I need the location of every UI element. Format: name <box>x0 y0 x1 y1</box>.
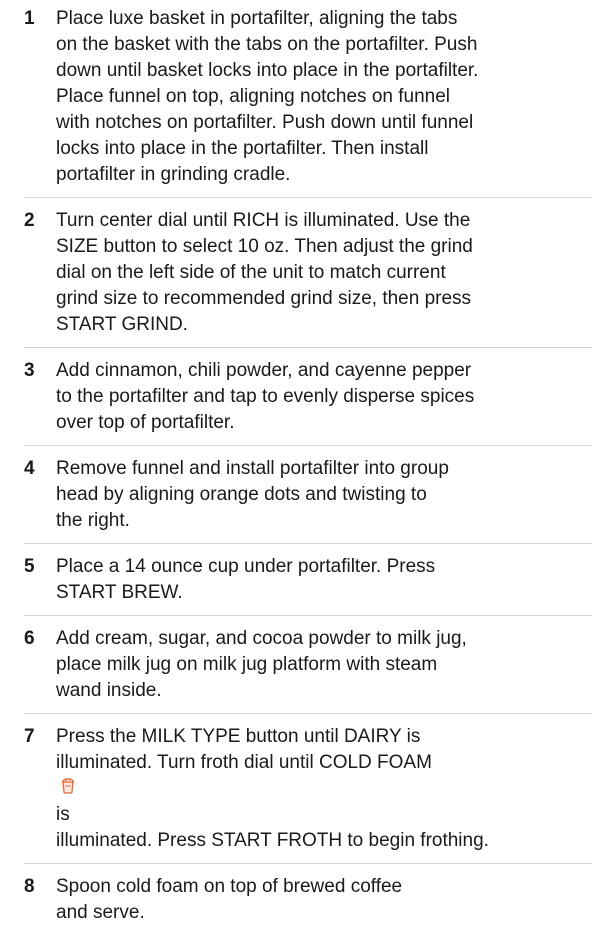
step-line: Add cream, sugar, and cocoa powder to mi… <box>56 628 467 649</box>
step-line: Place funnel on top, aligning notches on… <box>56 86 451 107</box>
step-5: 5 Place a 14 ounce cup under portafilter… <box>24 554 592 616</box>
step-text: Remove funnel and install portafilter in… <box>56 456 592 534</box>
step-line: SIZE button to select 10 oz. Then adjust… <box>56 236 473 257</box>
step-line: Place luxe basket in portafilter, aligni… <box>56 8 458 29</box>
step-line: locks into place in the portafilter. The… <box>56 138 429 159</box>
step-line: START BREW. <box>56 582 183 603</box>
step-line: head by aligning orange dots and twistin… <box>56 484 427 505</box>
step-8: 8 Spoon cold foam on top of brewed coffe… <box>24 874 592 935</box>
step-line-suffix: is <box>56 804 70 825</box>
step-line: portafilter in grinding cradle. <box>56 164 291 185</box>
step-line: grind size to recommended grind size, th… <box>56 288 472 309</box>
step-2: 2 Turn center dial until RICH is illumin… <box>24 208 592 348</box>
step-7: 7 Press the MILK TYPE button until DAIRY… <box>24 724 592 864</box>
steps-list: 1 Place luxe basket in portafilter, alig… <box>24 6 592 935</box>
step-number: 4 <box>24 458 35 479</box>
step-line: on the basket with the tabs on the porta… <box>56 34 478 55</box>
step-6: 6 Add cream, sugar, and cocoa powder to … <box>24 626 592 714</box>
step-line: Press the MILK TYPE button until DAIRY i… <box>56 726 421 747</box>
step-line: to the portafilter and tap to evenly dis… <box>56 386 475 407</box>
step-line: Remove funnel and install portafilter in… <box>56 458 449 479</box>
step-line: over top of portafilter. <box>56 412 235 433</box>
step-line-with-icon: illuminated. Turn froth dial until COLD … <box>56 750 592 828</box>
step-4: 4 Remove funnel and install portafilter … <box>24 456 592 544</box>
step-line: and serve. <box>56 902 145 923</box>
step-number: 6 <box>24 628 35 649</box>
step-text: Add cinnamon, chili powder, and cayenne … <box>56 358 592 436</box>
step-number: 2 <box>24 210 35 231</box>
step-number: 3 <box>24 360 35 381</box>
step-text: Spoon cold foam on top of brewed coffee … <box>56 874 592 926</box>
step-line: with notches on portafilter. Push down u… <box>56 112 474 133</box>
step-text: Turn center dial until RICH is illuminat… <box>56 208 592 338</box>
step-line: dial on the left side of the unit to mat… <box>56 262 446 283</box>
step-line: Spoon cold foam on top of brewed coffee <box>56 876 403 897</box>
step-line: illuminated. Press START FROTH to begin … <box>56 830 489 851</box>
step-number: 7 <box>24 726 35 747</box>
step-3: 3 Add cinnamon, chili powder, and cayenn… <box>24 358 592 446</box>
step-line: wand inside. <box>56 680 162 701</box>
step-number: 1 <box>24 8 35 29</box>
step-line: the right. <box>56 510 130 531</box>
step-text: Add cream, sugar, and cocoa powder to mi… <box>56 626 592 704</box>
cold-foam-icon <box>60 776 589 802</box>
step-line: down until basket locks into place in th… <box>56 60 479 81</box>
step-line: Place a 14 ounce cup under portafilter. … <box>56 556 436 577</box>
step-text: Place luxe basket in portafilter, aligni… <box>56 6 592 188</box>
step-number: 5 <box>24 556 35 577</box>
step-number: 8 <box>24 876 35 897</box>
step-text: Place a 14 ounce cup under portafilter. … <box>56 554 592 606</box>
step-1: 1 Place luxe basket in portafilter, alig… <box>24 6 592 198</box>
step-line: START GRIND. <box>56 314 188 335</box>
step-line: place milk jug on milk jug platform with… <box>56 654 438 675</box>
step-line: Add cinnamon, chili powder, and cayenne … <box>56 360 472 381</box>
step-line: illuminated. Turn froth dial until COLD … <box>56 752 432 773</box>
step-text: Press the MILK TYPE button until DAIRY i… <box>56 724 592 854</box>
step-line: Turn center dial until RICH is illuminat… <box>56 210 471 231</box>
recipe-instructions: 1 Place luxe basket in portafilter, alig… <box>0 0 610 923</box>
